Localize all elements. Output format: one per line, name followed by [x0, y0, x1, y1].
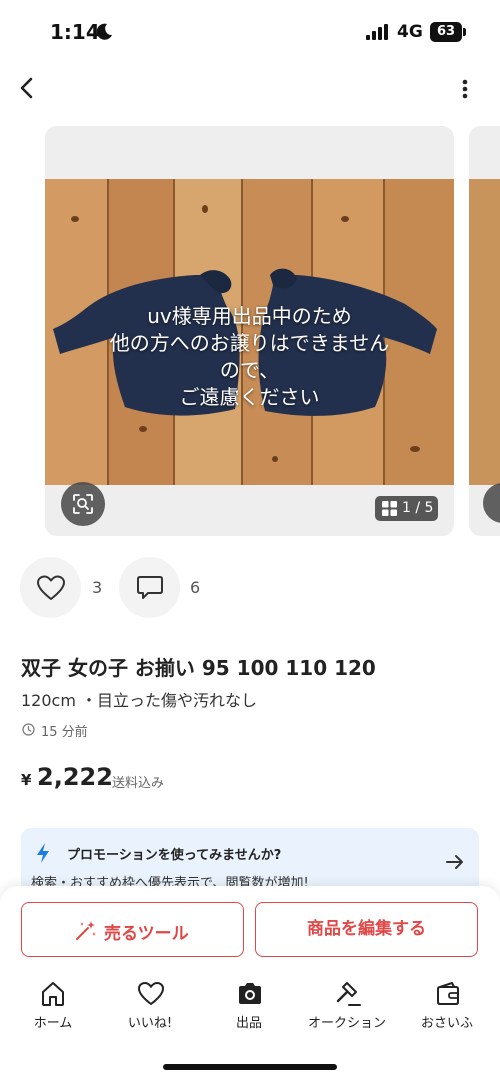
tab-wallet[interactable]: おさいふ [402, 978, 492, 1038]
battery-tip [463, 28, 466, 36]
clock-icon [22, 723, 35, 736]
next-image-search-button[interactable] [483, 483, 500, 523]
sell-tools-label: 売るツール [104, 924, 189, 944]
signal-icon [366, 24, 388, 40]
overlay-line: ので、 [219, 358, 280, 382]
more-vertical-icon[interactable] [452, 76, 478, 102]
overlay-line: 他の方へのお譲りはできません [109, 331, 390, 355]
tab-label: おさいふ [420, 1016, 473, 1031]
item-size-condition: 120cm ・目立った傷や汚れなし [21, 691, 258, 710]
grid-icon [382, 501, 397, 516]
item-price: 2,222 [37, 763, 113, 791]
camera-icon [239, 983, 261, 1004]
sell-tools-button[interactable]: 売るツール [21, 902, 244, 957]
network-type: 4G [397, 22, 423, 42]
like-button[interactable] [20, 557, 81, 618]
tab-label: ホーム [33, 1016, 73, 1031]
image-search-button[interactable] [61, 482, 105, 526]
comment-button[interactable] [119, 557, 180, 618]
currency-symbol: ¥ [21, 771, 32, 789]
status-time: 1:14 [50, 20, 100, 44]
like-count: 3 [92, 578, 103, 597]
posted-time: 15 分前 [41, 725, 88, 740]
tab-auction[interactable]: オークション [302, 978, 392, 1038]
carousel-slide[interactable]: uv様専用出品中のため 他の方へのお譲りはできません ので、 ご遠慮ください 1… [45, 126, 454, 536]
image-search-icon [73, 494, 93, 514]
image-carousel[interactable]: uv様専用出品中のため 他の方へのお譲りはできません ので、 ご遠慮ください 1… [0, 126, 500, 536]
heart-icon [138, 982, 164, 1005]
comment-icon [137, 576, 163, 599]
next-photo [469, 179, 500, 485]
tab-likes[interactable]: いいね! [105, 978, 195, 1038]
comment-count: 6 [190, 578, 201, 597]
tab-sell[interactable]: 出品 [204, 978, 294, 1038]
overlay-notice: uv様専用出品中のため 他の方へのお譲りはできません ので、 ご遠慮ください [45, 303, 454, 411]
edit-item-button[interactable]: 商品を編集する [255, 902, 478, 957]
page-counter[interactable]: 1 / 5 [375, 496, 438, 521]
gavel-icon [336, 982, 361, 1006]
magic-wand-icon [76, 921, 96, 940]
bolt-icon [37, 843, 49, 863]
home-indicator[interactable] [163, 1064, 337, 1070]
overlay-line: ご遠慮ください [179, 385, 320, 409]
moon-icon [96, 23, 112, 40]
item-title: 双子 女の子 お揃い 95 100 110 120 [21, 656, 376, 680]
product-photo[interactable]: uv様専用出品中のため 他の方へのお譲りはできません ので、 ご遠慮ください [45, 179, 454, 485]
promo-title: プロモーションを使ってみませんか? [67, 848, 282, 863]
tab-label: 出品 [235, 1016, 262, 1031]
next-slide-peek[interactable] [469, 126, 500, 536]
status-bar: 1:14 4G 63 [0, 0, 500, 66]
tab-label: オークション [307, 1016, 386, 1031]
bottom-action-bar: 売るツール 商品を編集する ホーム いいね! 出品 オークション おさいふ [0, 886, 500, 1080]
chevron-left-icon[interactable] [14, 74, 42, 102]
heart-icon [37, 575, 65, 600]
shipping-label: 送料込み [112, 776, 165, 791]
arrow-right-icon [446, 855, 463, 869]
home-icon [42, 982, 64, 1006]
tab-label: いいね! [127, 1016, 173, 1031]
page-counter-text: 1 / 5 [402, 500, 434, 516]
tab-home[interactable]: ホーム [8, 978, 98, 1038]
wallet-icon [437, 982, 459, 1005]
overlay-line: uv様専用出品中のため [147, 304, 352, 328]
battery-icon: 63 [430, 22, 462, 42]
